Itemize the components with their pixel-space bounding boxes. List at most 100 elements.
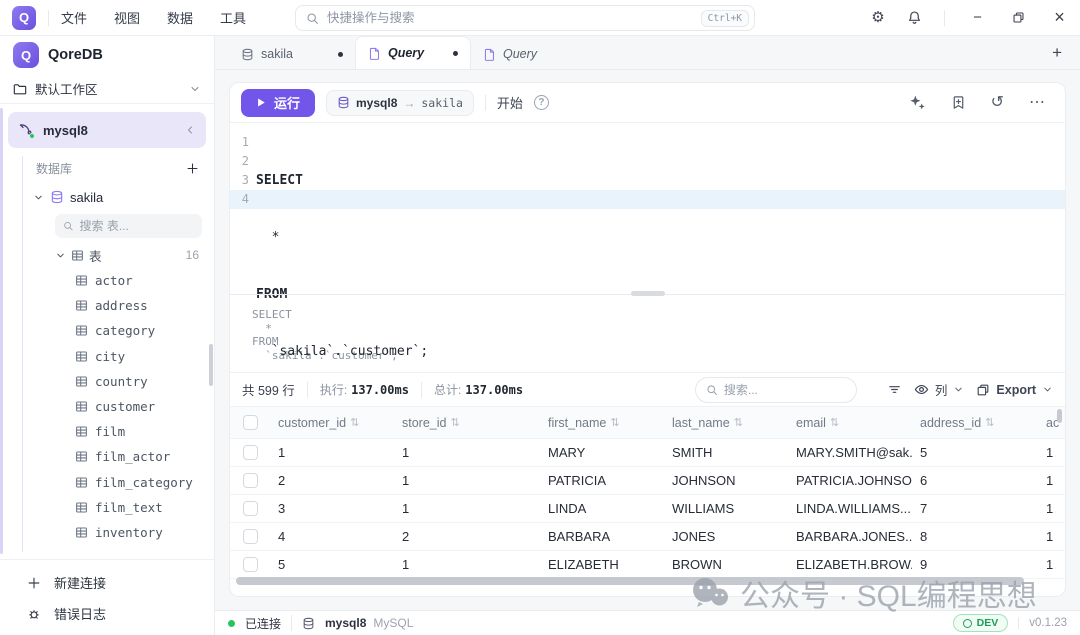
- menu-view[interactable]: 视图: [114, 8, 140, 27]
- row-checkbox[interactable]: [243, 445, 258, 460]
- cell-email[interactable]: MARY.SMITH@sak...: [788, 445, 912, 460]
- menu-tools[interactable]: 工具: [220, 8, 246, 27]
- sort-icon[interactable]: ⇅: [985, 416, 994, 429]
- workspace-selector[interactable]: 默认工作区: [0, 74, 214, 104]
- row-checkbox[interactable]: [243, 501, 258, 516]
- cell-address-id[interactable]: 9: [912, 557, 1038, 572]
- table-row[interactable]: 1 1 MARY SMITH MARY.SMITH@sak... 5 1: [230, 439, 1065, 467]
- global-search-input[interactable]: [327, 11, 693, 25]
- cell-last-name[interactable]: SMITH: [664, 445, 788, 460]
- sidebar-table-film-text[interactable]: film_text: [0, 495, 214, 520]
- cell-store-id[interactable]: 1: [394, 445, 540, 460]
- cell-first-name[interactable]: PATRICIA: [540, 473, 664, 488]
- cell-store-id[interactable]: 1: [394, 501, 540, 516]
- sidebar-table-city[interactable]: city: [0, 344, 214, 369]
- sidebar-table-inventory[interactable]: inventory: [0, 520, 214, 545]
- horizontal-scrollbar[interactable]: [236, 577, 1024, 585]
- vertical-scrollbar[interactable]: [1057, 409, 1062, 423]
- new-connection-button[interactable]: 新建连接: [0, 567, 214, 598]
- sidebar-table-category[interactable]: category: [0, 318, 214, 343]
- cell-last-name[interactable]: BROWN: [664, 557, 788, 572]
- cell-customer-id[interactable]: 4: [270, 529, 394, 544]
- row-checkbox[interactable]: [243, 557, 258, 572]
- ai-sparkles-icon[interactable]: [909, 94, 926, 111]
- cell-first-name[interactable]: ELIZABETH: [540, 557, 664, 572]
- cell-active[interactable]: 1: [1038, 445, 1065, 460]
- table-search-input[interactable]: [79, 219, 194, 233]
- cell-last-name[interactable]: JOHNSON: [664, 473, 788, 488]
- splitter-drag-handle[interactable]: [631, 291, 665, 296]
- cell-address-id[interactable]: 7: [912, 501, 1038, 516]
- close-button[interactable]: ×: [1039, 0, 1080, 35]
- global-search[interactable]: Ctrl+K: [295, 5, 755, 31]
- cell-first-name[interactable]: MARY: [540, 445, 664, 460]
- column-header-store-id[interactable]: store_id⇅: [394, 416, 540, 430]
- cell-email[interactable]: BARBARA.JONES...: [788, 529, 912, 544]
- sidebar-table-film-actor[interactable]: film_actor: [0, 444, 214, 469]
- cell-customer-id[interactable]: 3: [270, 501, 394, 516]
- sort-icon[interactable]: ⇅: [830, 416, 839, 429]
- connection-item-mysql8[interactable]: mysql8: [8, 112, 206, 148]
- cell-customer-id[interactable]: 2: [270, 473, 394, 488]
- error-log-button[interactable]: 错误日志: [0, 598, 214, 629]
- notifications-button[interactable]: [896, 0, 932, 35]
- cell-store-id[interactable]: 1: [394, 473, 540, 488]
- column-header-address-id[interactable]: address_id⇅: [912, 416, 1038, 430]
- sidebar-scrollbar[interactable]: [209, 344, 213, 386]
- cell-active[interactable]: 1: [1038, 501, 1065, 516]
- restore-button[interactable]: [998, 0, 1039, 35]
- sql-editor[interactable]: 1 2 3 4 SELECT * FROM `sakila`.`customer…: [230, 123, 1065, 294]
- cell-last-name[interactable]: WILLIAMS: [664, 501, 788, 516]
- column-header-email[interactable]: email⇅: [788, 416, 912, 430]
- sidebar-table-film-category[interactable]: film_category: [0, 470, 214, 495]
- status-connection-name[interactable]: mysql8: [325, 616, 366, 630]
- cell-active[interactable]: 1: [1038, 557, 1065, 572]
- code-area[interactable]: SELECT * FROM `sakila`.`customer`;: [256, 133, 1065, 294]
- cell-email[interactable]: ELIZABETH.BROW...: [788, 557, 912, 572]
- cell-active[interactable]: 1: [1038, 529, 1065, 544]
- bookmark-add-icon[interactable]: [951, 95, 966, 110]
- sort-icon[interactable]: ⇅: [610, 416, 619, 429]
- cell-first-name[interactable]: LINDA: [540, 501, 664, 516]
- new-tab-button[interactable]: +: [1046, 44, 1068, 61]
- table-row[interactable]: 2 1 PATRICIA JOHNSON PATRICIA.JOHNSO... …: [230, 467, 1065, 495]
- sidebar-table-actor[interactable]: actor: [0, 268, 214, 293]
- column-header-first-name[interactable]: first_name⇅: [540, 416, 664, 430]
- tab-sakila[interactable]: sakila: [229, 39, 355, 69]
- cell-email[interactable]: PATRICIA.JOHNSO...: [788, 473, 912, 488]
- menu-data[interactable]: 数据: [167, 8, 193, 27]
- settings-button[interactable]: ⚙: [860, 0, 896, 35]
- add-database-icon[interactable]: [186, 162, 199, 175]
- sort-icon[interactable]: ⇅: [450, 416, 459, 429]
- run-button[interactable]: 运行: [241, 89, 315, 117]
- cell-active[interactable]: 1: [1038, 473, 1065, 488]
- cell-customer-id[interactable]: 5: [270, 557, 394, 572]
- sidebar-table-address[interactable]: address: [0, 293, 214, 318]
- start-label[interactable]: 开始: [497, 93, 523, 112]
- table-row[interactable]: 4 2 BARBARA JONES BARBARA.JONES... 8 1: [230, 523, 1065, 551]
- cell-store-id[interactable]: 2: [394, 529, 540, 544]
- sort-icon[interactable]: ⇅: [734, 416, 743, 429]
- connection-scope-badge[interactable]: mysql8 → sakila: [326, 90, 474, 116]
- cell-address-id[interactable]: 8: [912, 529, 1038, 544]
- more-options-icon[interactable]: ⋯: [1029, 95, 1046, 111]
- cell-last-name[interactable]: JONES: [664, 529, 788, 544]
- sort-icon[interactable]: ⇅: [350, 416, 359, 429]
- table-row[interactable]: 3 1 LINDA WILLIAMS LINDA.WILLIAMS... 7 1: [230, 495, 1065, 523]
- table-row[interactable]: 5 1 ELIZABETH BROWN ELIZABETH.BROW... 9 …: [230, 551, 1065, 579]
- sidebar-table-country[interactable]: country: [0, 369, 214, 394]
- help-icon[interactable]: ?: [534, 95, 549, 110]
- minimize-button[interactable]: −: [957, 0, 998, 35]
- panel-splitter[interactable]: [230, 294, 1065, 295]
- tab-query-active[interactable]: Query: [355, 36, 471, 69]
- column-header-customer-id[interactable]: customer_id⇅: [270, 416, 394, 430]
- cell-address-id[interactable]: 5: [912, 445, 1038, 460]
- sidebar-table-film[interactable]: film: [0, 419, 214, 444]
- sidebar-table-customer[interactable]: customer: [0, 394, 214, 419]
- chevron-left-icon[interactable]: [184, 124, 196, 136]
- tables-group[interactable]: 表 16: [0, 242, 214, 268]
- database-item-sakila[interactable]: sakila: [0, 183, 214, 211]
- history-icon[interactable]: ↺: [991, 95, 1004, 111]
- tab-query-2[interactable]: Query: [471, 39, 597, 69]
- cell-first-name[interactable]: BARBARA: [540, 529, 664, 544]
